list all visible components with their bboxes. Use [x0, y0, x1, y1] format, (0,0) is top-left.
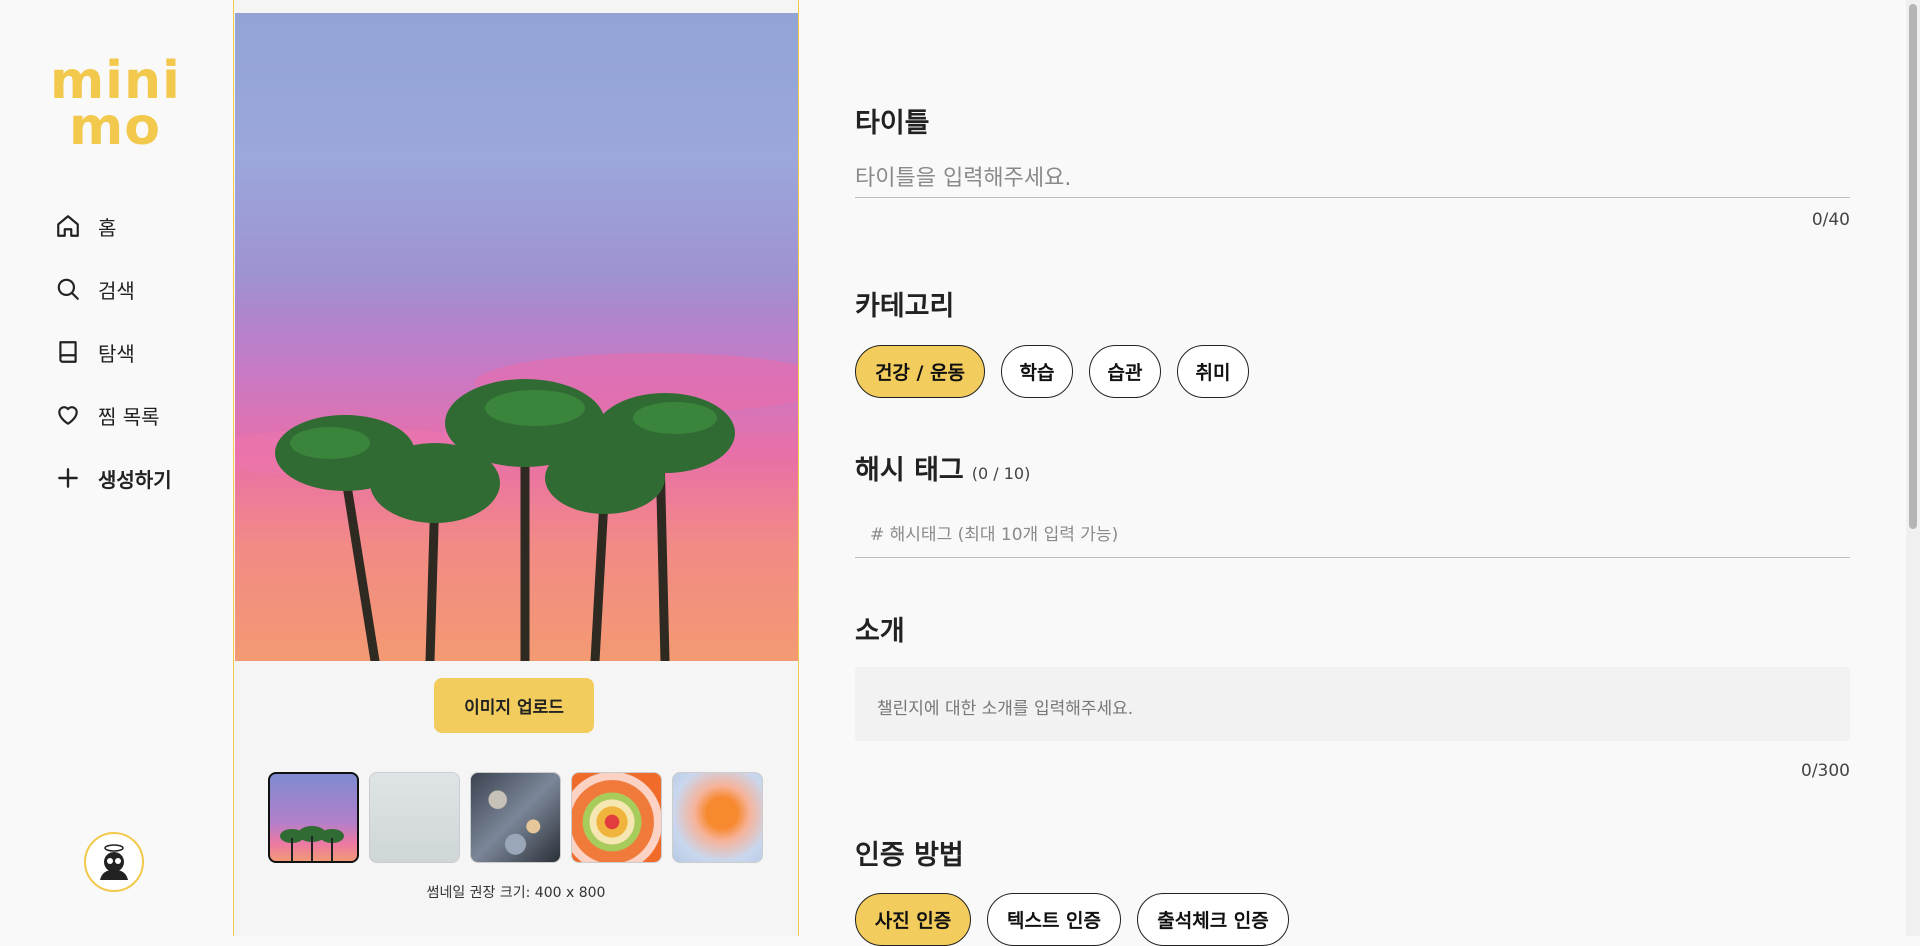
- sidebar-item-label: 생성하기: [98, 467, 172, 492]
- main-nav: 홈 검색 탐색 찜 목록 생성하기: [54, 206, 172, 521]
- sidebar-item-label: 찜 목록: [98, 404, 160, 429]
- thumbnail-concentric-rings[interactable]: [571, 772, 662, 863]
- sidebar-item-wishlist[interactable]: 찜 목록: [54, 395, 172, 435]
- avatar[interactable]: [84, 832, 144, 892]
- thumbnail-orange-blur[interactable]: [672, 772, 763, 863]
- thumbnail-size-note: 썸네일 권장 크기: 400 x 800: [426, 885, 606, 901]
- intro-char-counter: 0/300: [1801, 761, 1850, 781]
- logo-line-2: mo: [69, 97, 161, 157]
- heart-icon: [54, 401, 82, 429]
- book-icon: [54, 338, 82, 366]
- search-icon: [54, 275, 82, 303]
- hashtag-label-text: 해시 태그: [855, 455, 964, 486]
- app-logo[interactable]: mini mo: [50, 55, 180, 158]
- hashtag-section-label: 해시 태그 (0 / 10): [855, 448, 1030, 487]
- thumbnail-list: [268, 772, 763, 863]
- challenge-create-form: 타이틀 0/40 카테고리 건강 / 운동 학습 습관 취미 해시 태그 (0 /…: [855, 0, 1850, 946]
- sidebar: mini mo 홈 검색 탐색 찜 목록 생성하기: [0, 0, 234, 936]
- category-chip-group: 건강 / 운동 학습 습관 취미: [855, 345, 1249, 398]
- intro-section-label: 소개: [855, 616, 905, 647]
- image-panel: 이미지 업로드 썸네일 권장 크기: 400 x 800: [233, 0, 799, 936]
- sidebar-item-label: 검색: [98, 278, 135, 303]
- category-section-label: 카테고리: [855, 291, 955, 322]
- profile-avatar-icon: [100, 844, 128, 880]
- auth-method-section-label: 인증 방법: [855, 840, 964, 871]
- category-chip-habit[interactable]: 습관: [1089, 345, 1161, 398]
- sidebar-item-create[interactable]: 생성하기: [54, 458, 172, 498]
- challenge-cover-image: [235, 13, 798, 661]
- hashtag-input[interactable]: [855, 512, 1850, 558]
- intro-textarea[interactable]: [855, 667, 1850, 741]
- auth-chip-attendance[interactable]: 출석체크 인증: [1137, 893, 1289, 946]
- sidebar-item-search[interactable]: 검색: [54, 269, 172, 309]
- thumbnail-palm-icon: [280, 826, 344, 861]
- title-char-counter: 0/40: [1811, 210, 1850, 230]
- image-upload-button[interactable]: 이미지 업로드: [434, 678, 594, 733]
- auth-chip-photo[interactable]: 사진 인증: [855, 893, 971, 946]
- auth-method-chip-group: 사진 인증 텍스트 인증 출석체크 인증: [855, 893, 1289, 946]
- title-input[interactable]: [855, 160, 1850, 198]
- sidebar-item-label: 탐색: [98, 341, 135, 366]
- category-chip-hobby[interactable]: 취미: [1177, 345, 1249, 398]
- thumbnail-palm-sunset[interactable]: [268, 772, 359, 863]
- palm-trees-illustration: [235, 13, 798, 661]
- home-icon: [54, 212, 82, 240]
- thumbnail-speckle-pattern[interactable]: [470, 772, 561, 863]
- category-chip-study[interactable]: 학습: [1001, 345, 1073, 398]
- auth-chip-text[interactable]: 텍스트 인증: [987, 893, 1121, 946]
- plus-icon: [54, 464, 82, 492]
- category-chip-health[interactable]: 건강 / 운동: [855, 345, 985, 398]
- scrollbar-thumb[interactable]: [1909, 4, 1917, 529]
- sidebar-item-home[interactable]: 홈: [54, 206, 172, 246]
- sidebar-item-label: 홈: [98, 215, 117, 240]
- page-scrollbar[interactable]: [1906, 0, 1920, 936]
- hashtag-count: (0 / 10): [971, 464, 1031, 483]
- thumbnail-light-gray[interactable]: [369, 772, 460, 863]
- sidebar-item-explore[interactable]: 탐색: [54, 332, 172, 372]
- title-section-label: 타이틀: [855, 108, 930, 139]
